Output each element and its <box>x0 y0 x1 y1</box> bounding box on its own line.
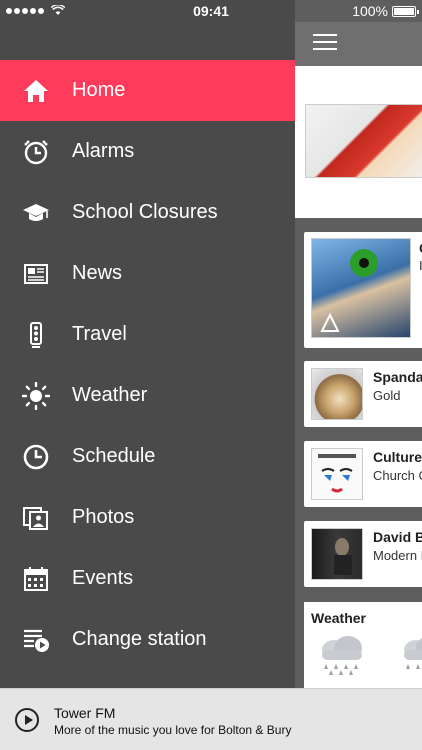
track-card[interactable]: David B Modern L <box>304 521 422 587</box>
album-art <box>311 528 363 580</box>
hamburger-menu-icon[interactable] <box>313 34 337 52</box>
top-bar <box>295 22 422 66</box>
status-bar: 09:41 100% <box>0 0 422 22</box>
graduation-cap-icon <box>0 199 72 227</box>
play-icon[interactable] <box>15 708 39 732</box>
drawer-item-change-station[interactable]: Change station <box>0 609 295 670</box>
track-card[interactable]: Culture Church C <box>304 441 422 507</box>
album-art <box>311 368 363 420</box>
traffic-light-icon <box>0 321 72 349</box>
drawer-item-label: Weather <box>72 384 148 406</box>
drawer-item-travel[interactable]: Travel <box>0 304 295 365</box>
drawer-menu: Home Alarms School Closures News Travel <box>0 60 295 670</box>
alarm-clock-icon <box>0 138 72 166</box>
drawer-item-label: School Closures <box>72 201 218 223</box>
main-content: C I Spanda Gold Culture Church C David B… <box>295 0 422 688</box>
drawer-item-label: Schedule <box>72 445 156 467</box>
drawer-item-label: Events <box>72 567 134 589</box>
mini-player[interactable]: Tower FM More of the music you love for … <box>0 688 422 750</box>
station-name: Tower FM <box>54 705 116 721</box>
drawer-item-home[interactable]: Home <box>0 60 295 121</box>
rain-cloud-icon <box>322 636 362 675</box>
drawer-item-alarms[interactable]: Alarms <box>0 121 295 182</box>
clock-icon <box>0 443 72 471</box>
navigation-drawer: Home Alarms School Closures News Travel <box>0 0 295 688</box>
drawer-item-events[interactable]: Events <box>0 548 295 609</box>
drawer-item-news[interactable]: News <box>0 243 295 304</box>
track-artist: David B <box>373 529 422 545</box>
battery-percentage: 100% <box>352 3 388 19</box>
album-art <box>311 448 363 500</box>
hero-image <box>305 104 422 178</box>
photos-icon <box>0 504 72 532</box>
drawer-item-weather[interactable]: Weather <box>0 365 295 426</box>
track-artist: Culture <box>373 449 422 465</box>
track-title: Church C <box>373 468 422 483</box>
album-art <box>311 238 411 338</box>
weather-card-title: Weather <box>311 610 366 626</box>
drawer-item-label: Photos <box>72 506 135 528</box>
playlist-play-icon <box>0 626 72 654</box>
weather-card[interactable]: Weather <box>304 602 422 688</box>
track-artist: Spanda <box>373 369 422 385</box>
drawer-item-label: Alarms <box>72 140 135 162</box>
home-icon <box>0 77 72 105</box>
track-card[interactable]: Spanda Gold <box>304 361 422 427</box>
track-card[interactable]: C I <box>304 232 422 348</box>
rain-cloud-icon <box>404 638 422 669</box>
drawer-item-school-closures[interactable]: School Closures <box>0 182 295 243</box>
drawer-item-label: Home <box>72 79 126 101</box>
calendar-icon <box>0 565 72 593</box>
drawer-item-label: News <box>72 262 123 284</box>
newspaper-icon <box>0 260 72 288</box>
battery-icon <box>392 6 419 17</box>
drawer-item-schedule[interactable]: Schedule <box>0 426 295 487</box>
drawer-item-photos[interactable]: Photos <box>0 487 295 548</box>
station-tagline: More of the music you love for Bolton & … <box>54 723 292 737</box>
track-title: Modern L <box>373 548 422 563</box>
sun-icon <box>0 381 72 410</box>
drawer-item-label: Change station <box>72 628 207 650</box>
hero-card[interactable] <box>295 66 422 218</box>
track-title: Gold <box>373 388 401 403</box>
drawer-item-label: Travel <box>72 323 127 345</box>
